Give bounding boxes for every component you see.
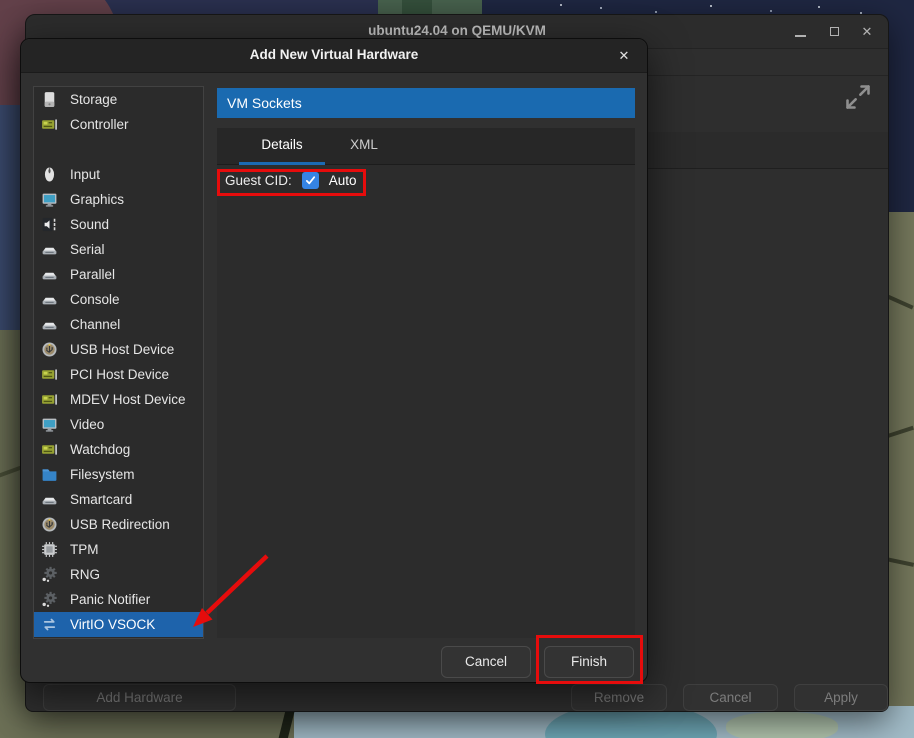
sidebar-item-label: Filesystem xyxy=(70,467,135,482)
sidebar-item-storage[interactable]: Storage xyxy=(34,87,203,112)
apply-button[interactable]: Apply xyxy=(794,684,888,711)
sidebar-item-controller[interactable]: Controller xyxy=(34,112,203,137)
chip-icon xyxy=(41,366,58,383)
dialog-title: Add New Virtual Hardware xyxy=(21,47,647,62)
sidebar-item-mdev-host-device[interactable]: MDEV Host Device xyxy=(34,387,203,412)
disk-icon xyxy=(41,91,58,108)
display-icon xyxy=(41,191,58,208)
port-icon xyxy=(41,241,58,258)
sidebar-item-tpm[interactable]: TPM xyxy=(34,537,203,562)
cancel-button-parent[interactable]: Cancel xyxy=(683,684,778,711)
sidebar-item-label: Sound xyxy=(70,217,109,232)
sidebar-item-filesystem[interactable]: Filesystem xyxy=(34,462,203,487)
sidebar-item-blank xyxy=(34,137,203,162)
auto-checkbox-label: Auto xyxy=(329,173,357,188)
chip-icon xyxy=(41,441,58,458)
sidebar-item-rng[interactable]: RNG xyxy=(34,562,203,587)
chip-icon xyxy=(41,116,58,133)
sidebar-item-label: VirtIO VSOCK xyxy=(70,617,155,632)
close-icon[interactable]: ✕ xyxy=(858,24,876,40)
sidebar-item-input[interactable]: Input xyxy=(34,162,203,187)
guest-cid-label: Guest CID: xyxy=(225,173,292,188)
screen: ubuntu24.04 on QEMU/KVM ✕ Add Hardware R… xyxy=(0,0,914,738)
sidebar-item-label: USB Host Device xyxy=(70,342,174,357)
tab-xml[interactable]: XML xyxy=(335,128,393,165)
sidebar-item-label: PCI Host Device xyxy=(70,367,169,382)
gear-icon xyxy=(41,591,58,608)
sidebar-item-watchdog[interactable]: Watchdog xyxy=(34,437,203,462)
sidebar-item-video[interactable]: Video xyxy=(34,412,203,437)
sidebar-item-label: Graphics xyxy=(70,192,124,207)
wallpaper-green-shape xyxy=(402,0,432,14)
arrows-icon xyxy=(41,616,58,633)
chip-icon xyxy=(41,391,58,408)
sidebar-item-label: Parallel xyxy=(70,267,115,282)
guest-cid-row: Guest CID: Auto xyxy=(225,172,357,189)
sidebar-item-label: Serial xyxy=(70,242,105,257)
remove-button[interactable]: Remove xyxy=(571,684,667,711)
add-hardware-button[interactable]: Add Hardware xyxy=(43,684,236,711)
port-icon xyxy=(41,491,58,508)
finish-button[interactable]: Finish xyxy=(544,646,634,678)
window-title: ubuntu24.04 on QEMU/KVM xyxy=(26,23,888,38)
wallpaper-stars xyxy=(560,4,562,6)
sidebar-item-usb-host-device[interactable]: USB Host Device xyxy=(34,337,203,362)
cancel-button[interactable]: Cancel xyxy=(441,646,531,678)
sidebar-item-graphics[interactable]: Graphics xyxy=(34,187,203,212)
speaker-icon xyxy=(41,216,58,233)
panel-title: VM Sockets xyxy=(217,88,635,118)
sidebar-item-label: TPM xyxy=(70,542,99,557)
usb-icon xyxy=(41,516,58,533)
no-icon xyxy=(41,141,58,158)
add-hardware-dialog: Add New Virtual Hardware ✕ Storage Contro… xyxy=(20,38,648,683)
sidebar-item-label: Watchdog xyxy=(70,442,130,457)
wallpaper-pale-blob xyxy=(726,712,838,738)
gear-icon xyxy=(41,566,58,583)
sidebar-item-serial[interactable]: Serial xyxy=(34,237,203,262)
expand-icon[interactable] xyxy=(844,83,872,111)
sidebar-item-label: MDEV Host Device xyxy=(70,392,186,407)
auto-checkbox[interactable] xyxy=(302,172,319,189)
folder-icon xyxy=(41,466,58,483)
sidebar-item-label: Panic Notifier xyxy=(70,592,150,607)
sidebar-item-sound[interactable]: Sound xyxy=(34,212,203,237)
sidebar-item-label: Controller xyxy=(70,117,129,132)
tab-strip: Details XML xyxy=(217,128,635,165)
close-icon[interactable]: ✕ xyxy=(615,47,633,65)
sidebar-item-label: Video xyxy=(70,417,104,432)
sidebar-item-label: Smartcard xyxy=(70,492,132,507)
details-pane: Guest CID: Auto xyxy=(217,165,635,638)
sidebar-item-pci-host-device[interactable]: PCI Host Device xyxy=(34,362,203,387)
sidebar-item-label: USB Redirection xyxy=(70,517,170,532)
sidebar-item-panic-notifier[interactable]: Panic Notifier xyxy=(34,587,203,612)
sidebar-item-channel[interactable]: Channel xyxy=(34,312,203,337)
sidebar-item-label: Channel xyxy=(70,317,120,332)
sidebar-item-console[interactable]: Console xyxy=(34,287,203,312)
mouse-icon xyxy=(41,166,58,183)
tpm-icon xyxy=(41,541,58,558)
sidebar-item-usb-redirection[interactable]: USB Redirection xyxy=(34,512,203,537)
hardware-type-list: Storage Controller Input Graphics Sound Seria… xyxy=(33,86,204,639)
maximize-icon[interactable] xyxy=(826,24,844,40)
sidebar-item-label: Input xyxy=(70,167,100,182)
sidebar-item-parallel[interactable]: Parallel xyxy=(34,262,203,287)
port-icon xyxy=(41,291,58,308)
minimize-icon[interactable] xyxy=(792,24,810,40)
sidebar-item-label: RNG xyxy=(70,567,100,582)
tab-details[interactable]: Details xyxy=(239,128,325,165)
sidebar-item-smartcard[interactable]: Smartcard xyxy=(34,487,203,512)
sidebar-item-virtio-vsock[interactable]: VirtIO VSOCK xyxy=(34,612,203,637)
usb-icon xyxy=(41,341,58,358)
port-icon xyxy=(41,266,58,283)
sidebar-item-label: Storage xyxy=(70,92,117,107)
sidebar-item-label: Console xyxy=(70,292,120,307)
dialog-titlebar: Add New Virtual Hardware ✕ xyxy=(21,39,647,73)
port-icon xyxy=(41,316,58,333)
display-icon xyxy=(41,416,58,433)
